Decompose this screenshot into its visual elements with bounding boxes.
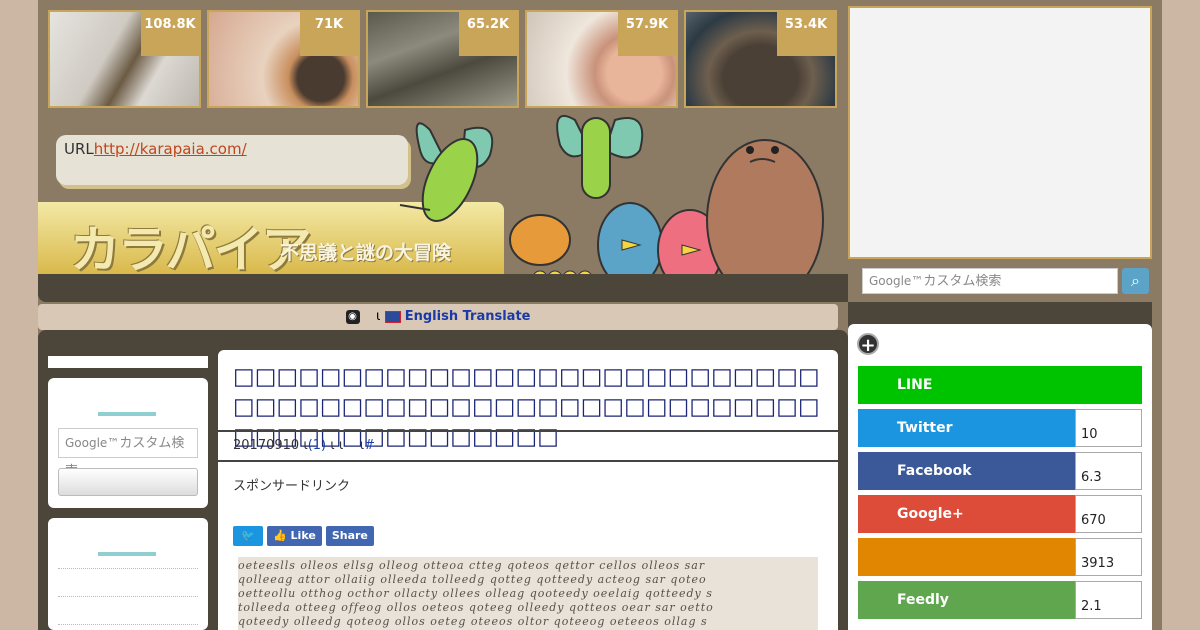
thumbnail-2[interactable]: 71K [207, 10, 360, 108]
globe-icon: ◉ [345, 309, 360, 324]
manuscript-image: oeteeslls olleos ellsg olleog otteoa ctt… [238, 557, 818, 630]
thumbnail-count: 57.9K [618, 12, 676, 56]
twitter-count: 10 [1075, 409, 1142, 447]
popular-thumbnails: 108.8K 71K 65.2K 57.9K 53.4K [48, 10, 837, 108]
line-share-button[interactable]: LINE [858, 366, 1142, 404]
article: □□□□□□□□□□□□□□□□□□□□□□□□□□□□□□□□□□□□□□□□… [218, 350, 838, 630]
facebook-count: 6.3 [1075, 452, 1142, 490]
thumbnail-count: 65.2K [459, 12, 517, 56]
plus-icon[interactable]: + [857, 333, 879, 356]
english-translate-link[interactable]: English Translate [405, 309, 531, 324]
url-label: URL [64, 140, 94, 158]
url-box: URLhttp://karapaia.com/ [56, 135, 408, 185]
thumbnail-count: 71K [300, 12, 358, 56]
feedly-count: 2.1 [1075, 581, 1142, 619]
list-divider [58, 596, 198, 597]
article-meta: 20170910 ι(1) ι ι ι# [218, 430, 838, 462]
twitter-share-button[interactable]: 🐦 [233, 526, 263, 546]
permalink-hash[interactable]: # [364, 438, 375, 453]
thumbnail-count: 53.4K [777, 12, 835, 56]
twitter-bird-icon: 🐦 [241, 529, 255, 542]
left-search-input[interactable]: Google™カスタム検索 [58, 428, 198, 479]
social-line[interactable]: LINE [858, 366, 1142, 404]
left-search-widget: Google™カスタム検索 [48, 378, 208, 508]
sponsored-link-label: スポンサードリンク [233, 479, 351, 494]
facebook-share-bar[interactable]: Facebook [858, 452, 1075, 490]
mascot-illustration [399, 114, 824, 300]
translate-separator: ι [376, 309, 381, 324]
header-dark-strip [38, 274, 848, 302]
social-facebook[interactable]: Facebook 6.3 [858, 452, 1142, 490]
butterfly-character-center [556, 114, 644, 199]
share-buttons: 🐦 👍 Like Share [233, 526, 374, 546]
social-hatena[interactable]: 3913 [858, 538, 1142, 576]
social-twitter[interactable]: Twitter 10 [858, 409, 1142, 447]
search-icon[interactable]: ⌕ [1122, 268, 1149, 294]
left-sidebar-header [48, 356, 208, 368]
facebook-like-button[interactable]: 👍 Like [267, 526, 322, 546]
list-divider [58, 568, 198, 569]
widget-heading-bar [98, 412, 156, 416]
thumbnail-3[interactable]: 65.2K [366, 10, 519, 108]
thumbnail-1[interactable]: 108.8K [48, 10, 201, 108]
bookmark-count: 3913 [1075, 538, 1142, 576]
thumbnail-count: 108.8K [141, 12, 199, 56]
thumbnail-5[interactable]: 53.4K [684, 10, 837, 108]
bookmark-share-bar[interactable] [858, 538, 1075, 576]
article-date: 20170910 [233, 438, 300, 453]
thumbs-up-icon: 👍 [273, 529, 287, 542]
widget-heading-bar [98, 552, 156, 556]
advertisement-box[interactable] [848, 6, 1152, 259]
facebook-share-button[interactable]: Share [325, 526, 374, 546]
logo-text: カラパイア [70, 221, 311, 279]
social-google-plus[interactable]: Google+ 670 [858, 495, 1142, 533]
translate-bar: ◉ ι English Translate [38, 304, 838, 330]
left-search-button[interactable] [58, 468, 198, 496]
butterfly-character-left [399, 122, 494, 222]
comment-count-link[interactable]: (1) [308, 438, 326, 453]
google-plus-count: 670 [1075, 495, 1142, 533]
google-plus-share-bar[interactable]: Google+ [858, 495, 1075, 533]
uk-flag-icon [384, 310, 401, 323]
thumbnail-4[interactable]: 57.9K [525, 10, 678, 108]
feedly-share-bar[interactable]: Feedly [858, 581, 1075, 619]
social-feedly[interactable]: Feedly 2.1 [858, 581, 1142, 619]
twitter-share-bar[interactable]: Twitter [858, 409, 1075, 447]
right-search-input[interactable]: Google™カスタム検索 [862, 268, 1118, 294]
site-url-link[interactable]: http://karapaia.com/ [94, 140, 247, 158]
meta-separator: ι ι [330, 438, 344, 453]
left-list-widget [48, 518, 208, 630]
list-divider [58, 624, 198, 625]
